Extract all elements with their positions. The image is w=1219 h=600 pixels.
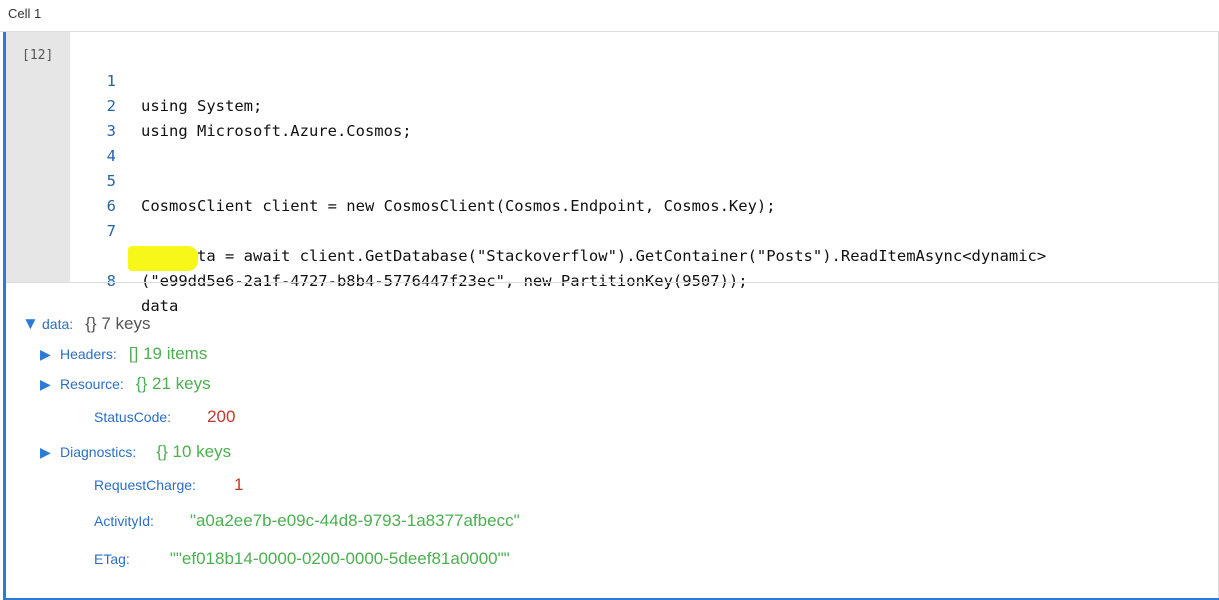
- tree-key: ActivityId:: [94, 513, 154, 529]
- triangle-right-icon[interactable]: ▶: [40, 346, 60, 363]
- tree-value: 1: [233, 475, 244, 494]
- code-line: 3: [70, 94, 1218, 140]
- code-line: 1 using System;: [70, 44, 1218, 115]
- tree-key: data:: [42, 316, 74, 332]
- code-line: 8 data: [70, 244, 370, 315]
- cell-output: ▼ data: {} 7 keys ▶ Headers: [] 19 items ▶…: [0, 283, 1218, 597]
- tree-node-headers[interactable]: ▶ Headers: [] 19 items: [40, 344, 207, 364]
- tree-key: RequestCharge:: [94, 477, 196, 493]
- triangle-right-icon[interactable]: ▶: [40, 376, 60, 393]
- tree-key: Diagnostics:: [60, 444, 137, 460]
- tree-value: ""ef018b14-0000-0200-0000-5deef81a0000"": [169, 549, 510, 568]
- tree-key: Headers:: [60, 346, 117, 362]
- tree-meta: {} 7 keys: [85, 314, 151, 333]
- tree-leaf-activityid: ActivityId: "a0a2ee7b-e09c-44d8-9793-1a8…: [94, 511, 520, 531]
- tree-key: ETag:: [94, 551, 130, 567]
- code-line: 5 CosmosClient client = new CosmosClient…: [70, 144, 1218, 215]
- tree-node-resource[interactable]: ▶ Resource: {} 21 keys: [40, 374, 211, 394]
- tree-meta: {} 21 keys: [135, 374, 211, 393]
- code-line: 6: [70, 169, 1218, 215]
- code-line: 2 using Microsoft.Azure.Cosmos;: [70, 69, 1218, 140]
- execution-gutter: [6, 32, 70, 282]
- triangle-right-icon[interactable]: ▶: [40, 444, 60, 461]
- cell-title: Cell 1: [8, 6, 42, 21]
- tree-value: 200: [207, 407, 236, 426]
- triangle-down-icon[interactable]: ▼: [22, 314, 42, 334]
- tree-node-data[interactable]: ▼ data: {} 7 keys: [22, 314, 150, 334]
- code-line-wrapped: ("e99dd5e6-2a1f-4727-b8b4-5776447f23ec",…: [70, 219, 1218, 290]
- execution-count: [12]: [22, 48, 54, 63]
- tree-key: Resource:: [60, 376, 124, 392]
- code-line: 4: [70, 119, 1218, 165]
- tree-meta: {} 10 keys: [156, 442, 232, 461]
- tree-node-diagnostics[interactable]: ▶ Diagnostics: {} 10 keys: [40, 442, 231, 462]
- tree-value: "a0a2ee7b-e09c-44d8-9793-1a8377afbecc": [189, 511, 520, 530]
- tree-leaf-etag: ETag: ""ef018b14-0000-0200-0000-5deef81a…: [94, 549, 510, 569]
- tree-meta: [] 19 items: [128, 344, 208, 363]
- tree-key: StatusCode:: [94, 409, 172, 425]
- tree-leaf-statuscode: StatusCode: 200: [94, 407, 235, 427]
- tree-leaf-requestcharge: RequestCharge: 1: [94, 475, 243, 495]
- code-line: 7 var data = await client.GetDatabase("S…: [70, 194, 1218, 265]
